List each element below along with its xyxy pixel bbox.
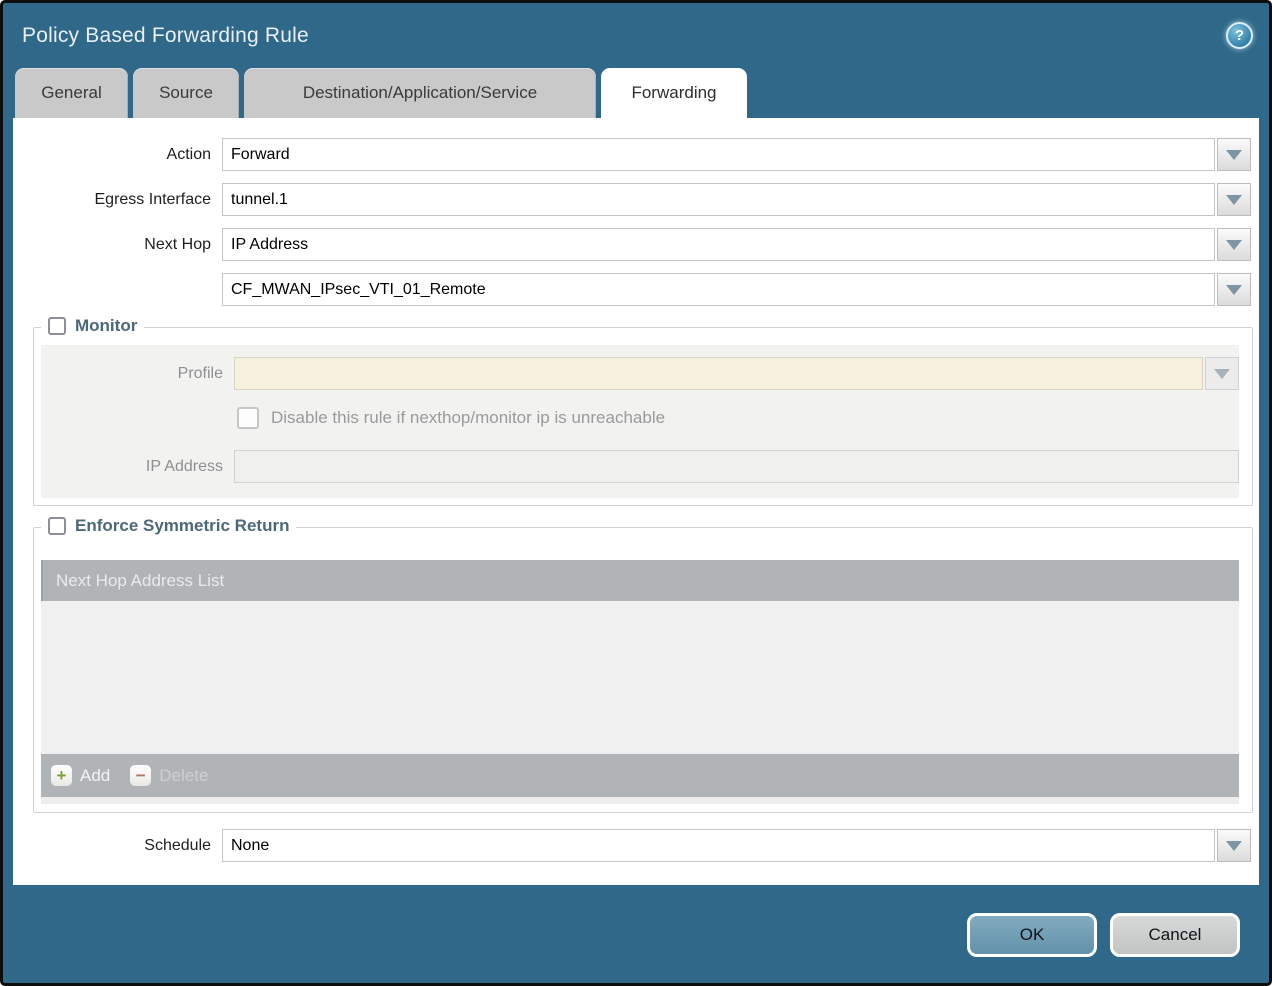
chevron-down-icon <box>1226 240 1242 250</box>
action-dropdown-button[interactable] <box>1217 138 1251 171</box>
next-hop-address-list-body <box>41 601 1239 754</box>
egress-interface-input[interactable] <box>222 183 1215 216</box>
next-hop-address-row <box>13 273 1251 306</box>
profile-input <box>234 357 1203 390</box>
forwarding-tab-panel: Action Egress Interface Next Hop Monitor <box>13 118 1259 885</box>
dialog-title: Policy Based Forwarding Rule <box>22 24 309 48</box>
monitor-checkbox[interactable] <box>48 317 66 335</box>
monitor-ip-address-row: IP Address <box>41 450 1239 483</box>
action-label: Action <box>13 138 211 171</box>
help-icon[interactable]: ? <box>1226 22 1253 49</box>
next-hop-address-dropdown-button[interactable] <box>1217 273 1251 306</box>
disable-rule-row: Disable this rule if nexthop/monitor ip … <box>237 407 1239 429</box>
schedule-input[interactable] <box>222 829 1215 862</box>
profile-row: Profile <box>41 357 1239 390</box>
egress-interface-label: Egress Interface <box>13 183 211 216</box>
next-hop-dropdown-button[interactable] <box>1217 228 1251 261</box>
next-hop-row: Next Hop <box>13 228 1251 261</box>
ok-button[interactable]: OK <box>967 913 1097 957</box>
next-hop-type-input[interactable] <box>222 228 1215 261</box>
delete-button: − Delete <box>130 765 208 786</box>
action-input[interactable] <box>222 138 1215 171</box>
enforce-symmetric-return-group: Enforce Symmetric Return Next Hop Addres… <box>33 527 1253 813</box>
disable-rule-label: Disable this rule if nexthop/monitor ip … <box>271 408 665 428</box>
pbf-rule-dialog: Policy Based Forwarding Rule ? General S… <box>0 0 1272 986</box>
add-plus-icon: + <box>51 765 72 786</box>
tab-bar: General Source Destination/Application/S… <box>3 68 1269 118</box>
monitor-body: Profile Disable this rule if nexthop/mon… <box>41 345 1239 498</box>
chevron-down-icon <box>1226 150 1242 160</box>
add-button-label: Add <box>80 766 110 786</box>
next-hop-address-list-header: Next Hop Address List <box>41 560 1239 601</box>
next-hop-address-list-table: Next Hop Address List + Add − Delete <box>41 560 1239 804</box>
monitor-ip-address-label: IP Address <box>41 450 223 483</box>
cancel-button[interactable]: Cancel <box>1110 913 1240 957</box>
profile-label: Profile <box>41 357 223 390</box>
schedule-dropdown-button[interactable] <box>1217 829 1251 862</box>
table-bottom-strip <box>41 797 1239 804</box>
monitor-group: Monitor Profile Disable this rule if nex… <box>33 327 1253 506</box>
dialog-footer: OK Cancel <box>3 885 1269 957</box>
tab-forwarding[interactable]: Forwarding <box>601 68 747 118</box>
enforce-symmetric-return-checkbox[interactable] <box>48 517 66 535</box>
enforce-symmetric-return-title: Enforce Symmetric Return <box>75 516 289 536</box>
schedule-row: Schedule <box>13 829 1251 862</box>
egress-interface-row: Egress Interface <box>13 183 1251 216</box>
next-hop-address-label-spacer <box>13 273 211 306</box>
delete-minus-icon: − <box>130 765 151 786</box>
chevron-down-icon <box>1226 841 1242 851</box>
chevron-down-icon <box>1226 195 1242 205</box>
next-hop-address-list-toolbar: + Add − Delete <box>41 754 1239 797</box>
tab-source[interactable]: Source <box>133 68 239 118</box>
delete-button-label: Delete <box>159 766 208 786</box>
monitor-title: Monitor <box>75 316 137 336</box>
schedule-label: Schedule <box>13 829 211 862</box>
monitor-ip-address-input <box>234 450 1239 483</box>
disable-rule-checkbox <box>237 407 259 429</box>
enforce-symmetric-return-legend: Enforce Symmetric Return <box>41 516 296 536</box>
action-row: Action <box>13 138 1251 171</box>
title-bar: Policy Based Forwarding Rule ? <box>3 3 1269 68</box>
chevron-down-icon <box>1226 285 1242 295</box>
next-hop-label: Next Hop <box>13 228 211 261</box>
profile-dropdown-button <box>1205 357 1239 390</box>
egress-interface-dropdown-button[interactable] <box>1217 183 1251 216</box>
add-button[interactable]: + Add <box>51 765 110 786</box>
monitor-legend: Monitor <box>41 316 144 336</box>
next-hop-address-input[interactable] <box>222 273 1215 306</box>
tab-general[interactable]: General <box>15 68 128 118</box>
chevron-down-icon <box>1214 369 1230 379</box>
tab-destination-application-service[interactable]: Destination/Application/Service <box>244 68 596 118</box>
